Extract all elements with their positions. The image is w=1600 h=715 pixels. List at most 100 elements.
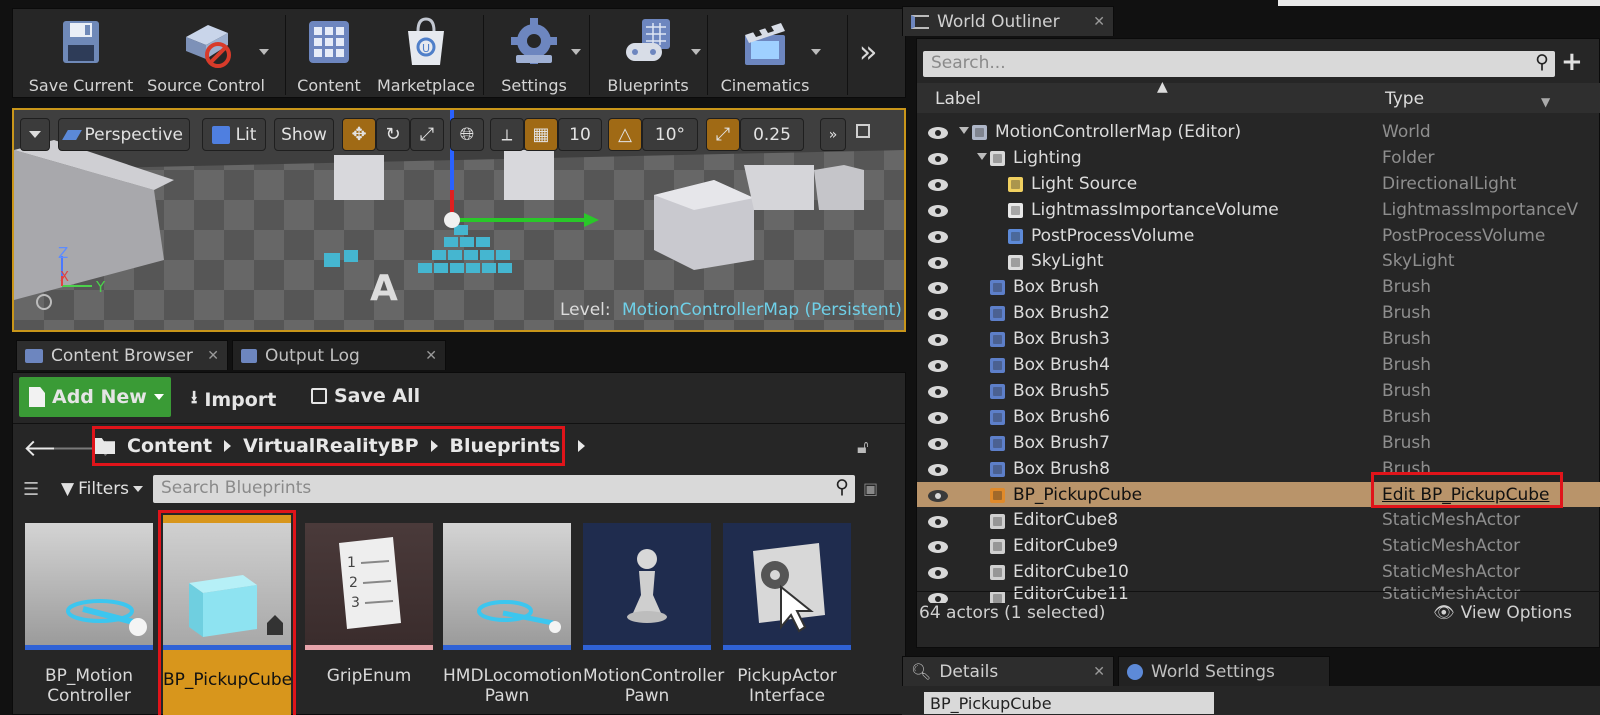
scale-snap-value[interactable]: 0.25 <box>740 118 804 151</box>
surface-snapping-button[interactable]: ⟂ <box>490 118 524 151</box>
outliner-row[interactable]: EditorCube10 StaticMeshActor <box>917 559 1600 585</box>
viewport-overflow-button[interactable]: » <box>820 118 846 151</box>
filters-button[interactable]: ▼ Filters <box>61 479 144 499</box>
translate-mode-button[interactable]: ✥ <box>342 118 376 151</box>
outliner-row[interactable]: Box Brush4 Brush <box>917 352 1600 378</box>
search-icon[interactable]: ⚲ <box>835 476 849 498</box>
outliner-row[interactable]: Light Source DirectionalLight <box>917 171 1600 197</box>
visibility-eye-icon[interactable] <box>927 514 949 528</box>
add-filter-icon[interactable]: + <box>1561 47 1583 77</box>
visibility-eye-icon[interactable] <box>927 591 949 604</box>
close-icon[interactable]: ✕ <box>207 348 219 364</box>
column-label-header[interactable]: Label <box>935 89 981 109</box>
grid-snap-toggle[interactable]: ▦ <box>524 118 558 151</box>
breadcrumb-content[interactable]: Content <box>127 435 212 457</box>
view-options-button[interactable]: 👁︎ View Options <box>1433 603 1572 623</box>
outliner-row[interactable]: Box Brush2 Brush <box>917 300 1600 326</box>
world-local-toggle-button[interactable]: 🌐︎ <box>450 118 484 151</box>
visibility-eye-icon[interactable] <box>927 539 949 554</box>
source-control-button[interactable]: Source Control <box>141 9 271 99</box>
visibility-eye-icon[interactable] <box>927 229 949 243</box>
asset-pickupactor-interface[interactable]: PickupActor Interface <box>723 523 851 715</box>
breadcrumb-blueprints[interactable]: Blueprints <box>450 435 561 457</box>
outliner-row[interactable]: MotionControllerMap (Editor) World <box>917 119 1600 145</box>
asset-motioncontroller-pawn[interactable]: MotionController Pawn <box>583 523 724 715</box>
expand-arrow-icon[interactable] <box>977 152 987 160</box>
visibility-eye-icon[interactable] <box>927 488 949 502</box>
visibility-eye-icon[interactable] <box>927 306 949 321</box>
visibility-eye-icon[interactable] <box>927 151 949 165</box>
lock-icon[interactable]: 🔓︎ <box>857 437 869 458</box>
scale-snap-toggle[interactable]: ⤢ <box>706 118 740 151</box>
visibility-eye-icon[interactable] <box>927 280 949 295</box>
settings-dropdown-icon[interactable] <box>571 49 581 55</box>
outliner-row[interactable]: Box Brush Brush <box>917 274 1600 300</box>
visibility-eye-icon[interactable] <box>927 462 949 476</box>
outliner-row[interactable]: Box Brush3 Brush <box>917 326 1600 352</box>
close-icon[interactable]: ✕ <box>1093 14 1105 30</box>
rotation-snap-value[interactable]: 10° <box>642 118 698 151</box>
outliner-row[interactable]: BP_PickupCube Edit BP_PickupCube <box>917 481 1600 508</box>
marketplace-button[interactable]: U Marketplace <box>371 9 481 99</box>
breadcrumb-separator-icon[interactable] <box>430 440 438 452</box>
show-flags-button[interactable]: Show <box>274 118 334 151</box>
visibility-eye-icon[interactable] <box>927 177 949 191</box>
breadcrumb-virtualrealitybp[interactable]: VirtualRealityBP <box>243 435 418 457</box>
asset-bp-motion-controller[interactable]: BP_Motion Controller <box>25 523 153 715</box>
column-type-header[interactable]: Type <box>1385 89 1424 109</box>
edit-blueprint-link[interactable]: Edit BP_PickupCube <box>1382 485 1549 505</box>
column-options-icon[interactable]: ▼ <box>1541 95 1550 109</box>
outliner-search-input[interactable]: Search... ⚲ <box>923 51 1555 77</box>
blueprints-button[interactable]: Blueprints <box>593 9 703 99</box>
rotation-snap-toggle[interactable]: △ <box>608 118 642 151</box>
tab-details[interactable]: 🔍︎ Details ✕ <box>902 656 1114 686</box>
cinematics-button[interactable]: Cinematics <box>709 9 821 99</box>
save-current-button[interactable]: Save Current <box>21 9 141 99</box>
outliner-row[interactable]: Box Brush6 Brush <box>917 404 1600 430</box>
blueprints-dropdown-icon[interactable] <box>691 49 701 55</box>
breadcrumb-separator-icon[interactable] <box>578 440 586 452</box>
tab-world-outliner[interactable]: World Outliner ✕ <box>902 6 1114 36</box>
outliner-row[interactable]: Box Brush8 Brush <box>917 456 1600 482</box>
visibility-eye-icon[interactable] <box>927 384 949 398</box>
close-icon[interactable]: ✕ <box>1093 664 1105 680</box>
search-icon[interactable]: ⚲ <box>1535 51 1549 73</box>
breadcrumb-separator-icon[interactable] <box>224 440 232 452</box>
visibility-eye-icon[interactable] <box>927 565 949 580</box>
tab-world-settings[interactable]: World Settings <box>1118 656 1330 686</box>
outliner-row[interactable]: Box Brush5 Brush <box>917 378 1600 404</box>
outliner-row[interactable]: LightmassImportanceVolume LightmassImport… <box>917 197 1600 223</box>
close-icon[interactable]: ✕ <box>425 348 437 364</box>
lighting-mode-button[interactable]: Lit <box>202 118 266 151</box>
cinematics-dropdown-icon[interactable] <box>811 49 821 55</box>
visibility-eye-icon[interactable] <box>927 125 949 139</box>
scale-mode-button[interactable]: ⤢ <box>410 118 444 151</box>
visibility-eye-icon[interactable] <box>927 436 949 450</box>
details-name-field[interactable]: BP_PickupCube <box>924 692 1214 714</box>
outliner-row[interactable]: PostProcessVolume PostProcessVolume <box>917 223 1600 249</box>
import-button[interactable]: ⭳ Import <box>191 385 276 415</box>
outliner-row[interactable]: EditorCube11 StaticMeshActor <box>917 585 1600 604</box>
search-blueprints-input[interactable]: Search Blueprints ⚲ <box>153 475 855 503</box>
outliner-row[interactable]: Lighting Folder <box>917 145 1600 171</box>
asset-hmdlocomotion-pawn[interactable]: HMDLocomotion Pawn <box>443 523 582 715</box>
source-control-dropdown-icon[interactable] <box>259 49 269 55</box>
sort-ascending-icon[interactable]: ▲ <box>1157 79 1168 95</box>
settings-button[interactable]: Settings <box>487 9 581 99</box>
content-button[interactable]: Content <box>289 9 369 99</box>
sources-panel-toggle-icon[interactable]: ☰ <box>23 479 39 500</box>
asset-bp-pickupcube[interactable]: BP_PickupCube <box>158 510 296 715</box>
outliner-row[interactable]: EditorCube8 StaticMeshActor <box>917 508 1600 534</box>
visibility-eye-icon[interactable] <box>927 203 949 217</box>
save-all-button[interactable]: Save All <box>311 385 420 407</box>
grid-snap-value[interactable]: 10 <box>558 118 602 151</box>
outliner-row[interactable]: Box Brush7 Brush <box>917 430 1600 456</box>
tab-content-browser[interactable]: Content Browser ✕ <box>16 340 228 370</box>
visibility-eye-icon[interactable] <box>927 410 949 424</box>
add-new-button[interactable]: Add New <box>19 377 171 417</box>
visibility-eye-icon[interactable] <box>927 358 949 373</box>
toolbar-overflow-button[interactable]: » <box>859 35 877 70</box>
expand-arrow-icon[interactable] <box>959 127 969 134</box>
view-mode-button[interactable]: Perspective <box>58 118 190 151</box>
rotate-mode-button[interactable]: ↻ <box>376 118 410 151</box>
